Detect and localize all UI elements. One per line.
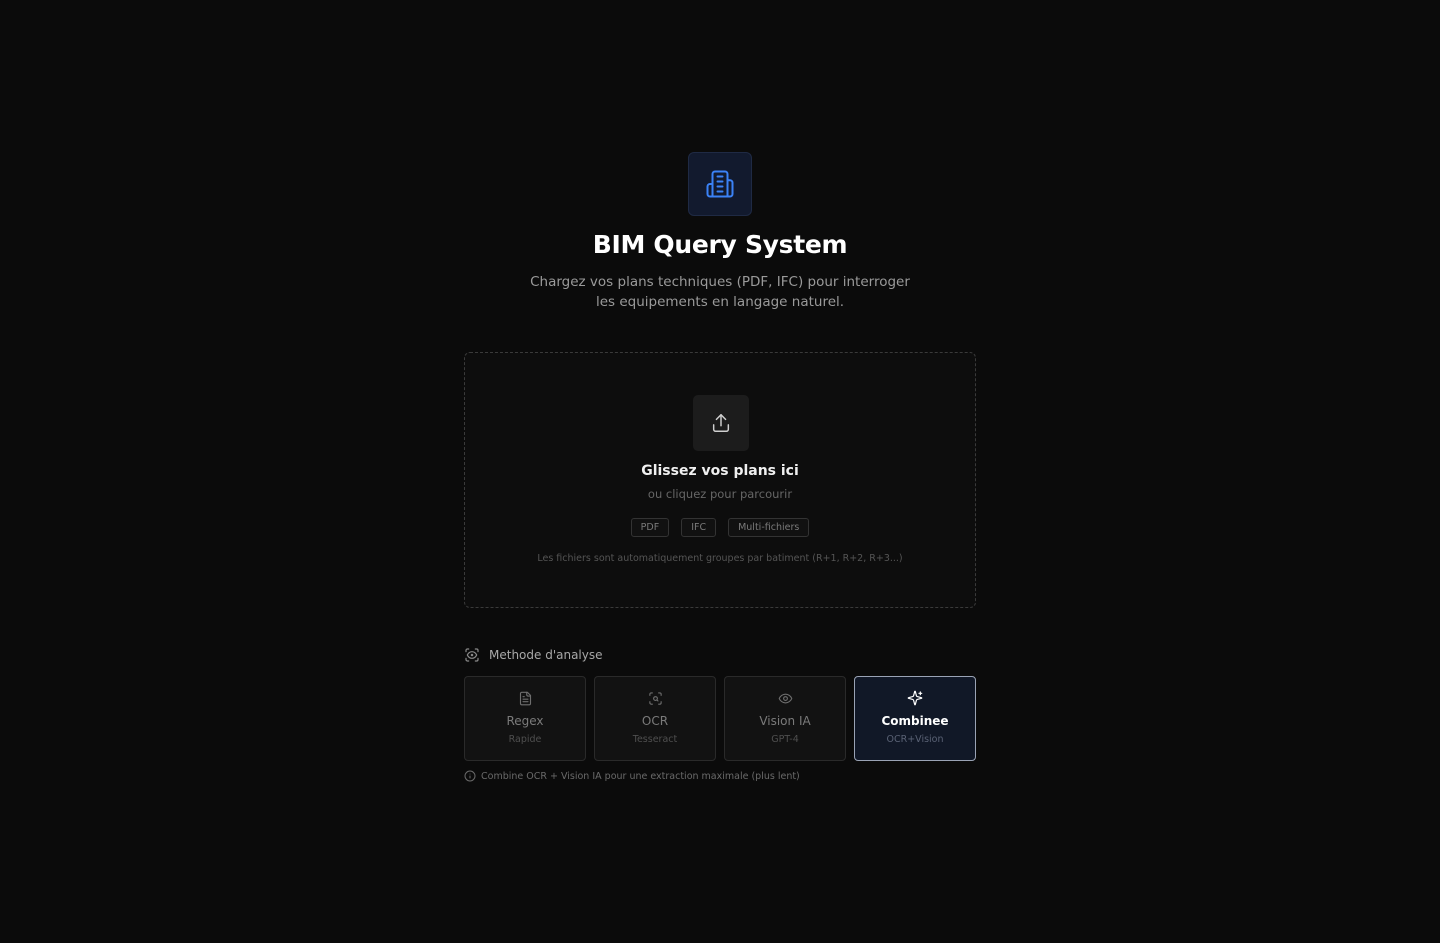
building-icon bbox=[706, 170, 734, 198]
format-tag-pdf: PDF bbox=[630, 518, 670, 537]
dropzone-note: Les fichiers sont automatiquement groupe… bbox=[537, 553, 903, 564]
scan-search-icon bbox=[648, 691, 662, 705]
file-text-icon bbox=[519, 691, 531, 705]
method-option-regex[interactable]: Regex Rapide bbox=[464, 676, 586, 761]
analysis-method-label: Methode d'analyse bbox=[489, 648, 603, 662]
upload-tile bbox=[693, 395, 749, 451]
format-tag-multi: Multi-fichiers bbox=[728, 518, 810, 537]
method-option-combinee[interactable]: Combinee OCR+Vision bbox=[854, 676, 976, 761]
sparkles-icon bbox=[907, 690, 923, 706]
format-tag-ifc: IFC bbox=[681, 518, 717, 537]
method-option-name: OCR bbox=[641, 714, 669, 728]
method-option-name: Regex bbox=[506, 714, 544, 728]
analysis-method-options: Regex Rapide OCR Tesseract Vision IA GPT… bbox=[464, 676, 976, 761]
page-title: BIM Query System bbox=[592, 230, 848, 259]
method-info: Combine OCR + Vision IA pour une extract… bbox=[464, 770, 800, 782]
dropzone-hint: ou cliquez pour parcourir bbox=[647, 487, 793, 501]
method-option-name: Vision IA bbox=[759, 714, 811, 728]
scan-eye-icon bbox=[465, 648, 479, 662]
analysis-method-header: Methode d'analyse bbox=[464, 647, 603, 663]
eye-icon bbox=[778, 693, 792, 703]
dropzone-title: Glissez vos plans ici bbox=[641, 463, 799, 479]
app-logo bbox=[688, 152, 752, 216]
method-option-sub: Rapide bbox=[508, 734, 542, 745]
upload-icon bbox=[712, 414, 730, 432]
method-option-sub: Tesseract bbox=[632, 734, 678, 745]
method-option-name: Combinee bbox=[881, 714, 949, 728]
file-dropzone[interactable]: Glissez vos plans ici ou cliquez pour pa… bbox=[464, 352, 976, 608]
method-info-text: Combine OCR + Vision IA pour une extract… bbox=[481, 770, 800, 782]
format-tags: PDF IFC Multi-fichiers bbox=[465, 518, 975, 537]
method-option-sub: OCR+Vision bbox=[886, 734, 944, 745]
method-option-ocr[interactable]: OCR Tesseract bbox=[594, 676, 716, 761]
method-option-sub: GPT-4 bbox=[771, 734, 799, 745]
method-option-vision-ia[interactable]: Vision IA GPT-4 bbox=[724, 676, 846, 761]
page-subtitle: Chargez vos plans techniques (PDF, IFC) … bbox=[530, 274, 910, 310]
info-icon bbox=[464, 770, 476, 782]
